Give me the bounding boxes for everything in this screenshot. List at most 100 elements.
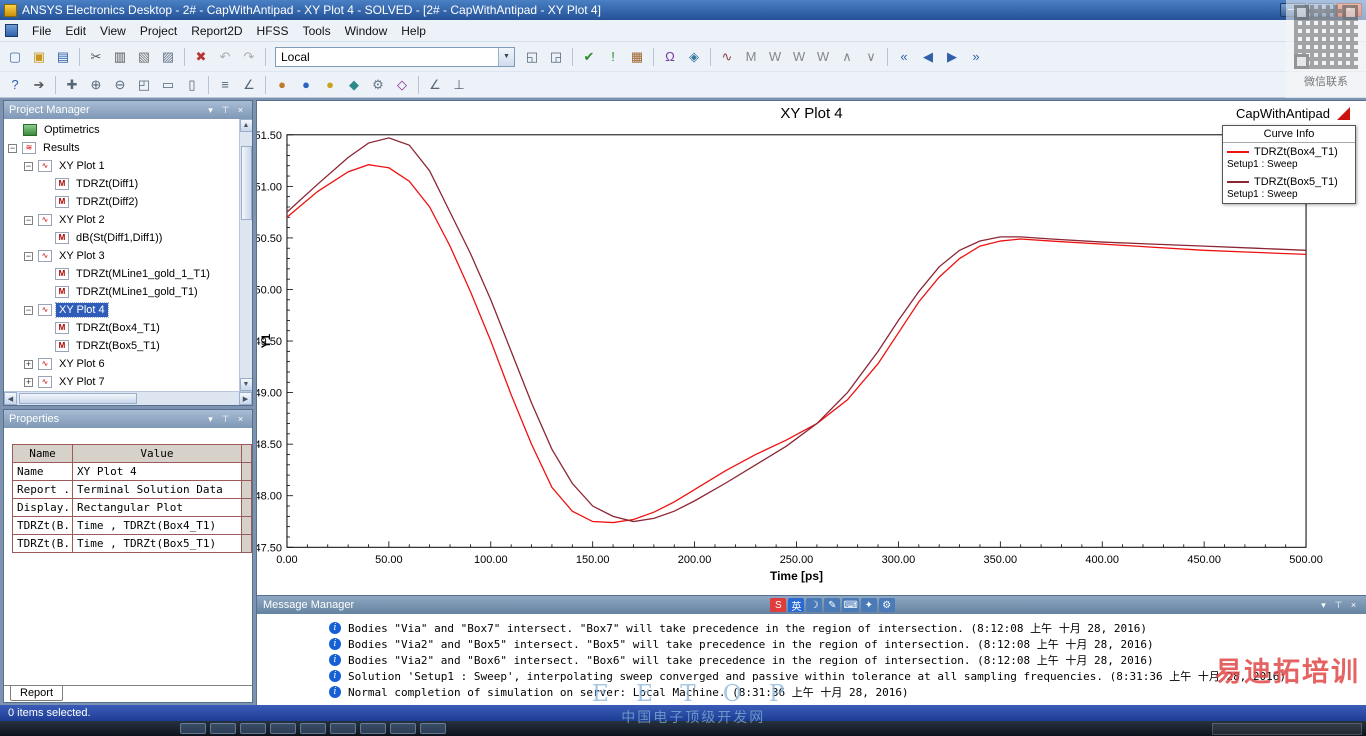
optimetrics-toolbar-icon[interactable]: ◇	[391, 75, 413, 95]
fit-selection-icon[interactable]: ▯	[181, 75, 203, 95]
taskbar-button[interactable]	[360, 723, 386, 734]
properties-header[interactable]: Properties ▾⊤×	[4, 410, 252, 428]
zoom-in-icon[interactable]: ⊕	[85, 75, 107, 95]
report-w1-icon[interactable]: W	[764, 47, 786, 67]
message-manager-header[interactable]: Message Manager S英☽✎⌨✦⚙ ▾⊤×	[257, 596, 1366, 614]
work-plane-icon[interactable]: ⊥	[448, 75, 470, 95]
menu-view[interactable]: View	[93, 21, 133, 41]
scroll-up-icon[interactable]: ▲	[240, 119, 253, 132]
tree-item-xy-plot-6[interactable]: +∿XY Plot 6	[4, 355, 252, 373]
property-value[interactable]: XY Plot 4	[73, 463, 242, 481]
menu-window[interactable]: Window	[338, 21, 395, 41]
close-icon[interactable]: ×	[234, 413, 247, 426]
help-icon[interactable]: ?	[4, 75, 26, 95]
tree-item-tdrzt-mline1-gold-1-t1[interactable]: MTDRZt(MLine1_gold_1_T1)	[4, 265, 252, 283]
tree-item-xy-plot-2[interactable]: −∿XY Plot 2	[4, 211, 252, 229]
rect-plot-icon[interactable]: ∿	[716, 47, 738, 67]
ime-settings-icon[interactable]: ⚙	[879, 598, 895, 612]
menu-report2d[interactable]: Report2D	[184, 21, 249, 41]
expand-icon[interactable]: +	[24, 378, 33, 387]
taskbar-button[interactable]	[180, 723, 206, 734]
taskbar-button[interactable]	[300, 723, 326, 734]
menu-edit[interactable]: Edit	[58, 21, 93, 41]
pan-icon[interactable]: ✚	[61, 75, 83, 95]
new-file-icon[interactable]: ▢	[4, 47, 26, 67]
chevron-down-icon[interactable]: ▾	[204, 413, 217, 426]
first-frame-icon[interactable]: «	[893, 47, 915, 67]
snap-mode-icon[interactable]: ∠	[424, 75, 446, 95]
open-file-icon[interactable]: ▣	[28, 47, 50, 67]
measure-icon[interactable]: ∠	[238, 75, 260, 95]
edit-sources-icon[interactable]: ◲	[545, 47, 567, 67]
tree-horizontal-scrollbar[interactable]: ◀ ▶	[4, 391, 252, 405]
taskbar-button[interactable]	[240, 723, 266, 734]
tree-item-tdrzt-diff2[interactable]: MTDRZt(Diff2)	[4, 193, 252, 211]
ime-pen-icon[interactable]: ✎	[824, 598, 840, 612]
redo-icon[interactable]: ↷	[238, 47, 260, 67]
property-value[interactable]: Terminal Solution Data	[73, 481, 242, 499]
collapse-icon[interactable]: −	[24, 306, 33, 315]
plot-canvas[interactable]: 0.0050.00100.00150.00200.00250.00300.003…	[257, 101, 1366, 595]
menu-help[interactable]: Help	[394, 21, 433, 41]
prev-frame-icon[interactable]: ◀	[917, 47, 939, 67]
report-w3-icon[interactable]: W	[812, 47, 834, 67]
scroll-right-icon[interactable]: ▶	[239, 392, 252, 405]
report-down-icon[interactable]: ∨	[860, 47, 882, 67]
paste-icon[interactable]: ▧	[133, 47, 155, 67]
collapse-icon[interactable]: −	[8, 144, 17, 153]
tab-report[interactable]: Report	[10, 686, 63, 701]
material-icon[interactable]: ●	[271, 75, 293, 95]
tree-item-db-st-diff1-diff1[interactable]: MdB(St(Diff1,Diff1))	[4, 229, 252, 247]
mesh-ops-icon[interactable]: ◆	[343, 75, 365, 95]
print-icon[interactable]: ▨	[157, 47, 179, 67]
tree-item-tdrzt-box5-t1[interactable]: MTDRZt(Box5_T1)	[4, 337, 252, 355]
tree-item-optimetrics[interactable]: Optimetrics	[4, 121, 252, 139]
property-value[interactable]: Rectangular Plot	[73, 499, 242, 517]
whats-this-icon[interactable]: ➔	[28, 75, 50, 95]
pin-icon[interactable]: ⊤	[1332, 599, 1345, 612]
dataset-icon[interactable]: ≡	[214, 75, 236, 95]
close-icon[interactable]: ×	[234, 104, 247, 117]
tree-item-xy-plot-7[interactable]: +∿XY Plot 7	[4, 373, 252, 391]
taskbar-button[interactable]	[420, 723, 446, 734]
scroll-left-icon[interactable]: ◀	[4, 392, 17, 405]
ime-moon-icon[interactable]: ☽	[806, 598, 822, 612]
ime-toolbox-icon[interactable]: ✦	[861, 598, 877, 612]
zoom-out-icon[interactable]: ⊖	[109, 75, 131, 95]
copy-icon[interactable]: ▥	[109, 47, 131, 67]
undo-icon[interactable]: ↶	[214, 47, 236, 67]
menu-tools[interactable]: Tools	[296, 21, 338, 41]
taskbar-button[interactable]	[330, 723, 356, 734]
save-icon[interactable]: ▤	[52, 47, 74, 67]
tree-item-results[interactable]: −≋Results	[4, 139, 252, 157]
maximize-button[interactable]: □	[1308, 3, 1334, 17]
sogou-icon[interactable]: S	[770, 598, 786, 612]
validate-icon[interactable]: ✔	[578, 47, 600, 67]
analysis-setup-icon[interactable]: ⚙	[367, 75, 389, 95]
tree-vertical-scrollbar[interactable]: ▲ ▼	[239, 119, 252, 391]
menu-project[interactable]: Project	[133, 21, 184, 41]
technology-combo[interactable]: Local▼	[275, 47, 515, 67]
tree-item-tdrzt-box4-t1[interactable]: MTDRZt(Box4_T1)	[4, 319, 252, 337]
tree-item-xy-plot-3[interactable]: −∿XY Plot 3	[4, 247, 252, 265]
menu-hfss[interactable]: HFSS	[250, 21, 296, 41]
excitation-icon[interactable]: ●	[319, 75, 341, 95]
cut-icon[interactable]: ✂	[85, 47, 107, 67]
fields-icon[interactable]: Ω	[659, 47, 681, 67]
delete-icon[interactable]: ✖	[190, 47, 212, 67]
mdi-child-icon[interactable]	[5, 24, 18, 37]
taskbar-button[interactable]	[390, 723, 416, 734]
next-frame-icon[interactable]: ▶	[941, 47, 963, 67]
property-value[interactable]: Time , TDRZt(Box4_T1)	[73, 517, 242, 535]
collapse-icon[interactable]: −	[24, 162, 33, 171]
pin-icon[interactable]: ⊤	[219, 413, 232, 426]
project-manager-header[interactable]: Project Manager ▾⊤×	[4, 101, 252, 119]
chevron-down-icon[interactable]: ▼	[498, 48, 514, 66]
close-button[interactable]: ×	[1336, 3, 1362, 17]
pin-icon[interactable]: ⊤	[219, 104, 232, 117]
report-w2-icon[interactable]: W	[788, 47, 810, 67]
taskbar-button[interactable]	[270, 723, 296, 734]
solution-type-icon[interactable]: ◱	[521, 47, 543, 67]
scroll-down-icon[interactable]: ▼	[240, 378, 253, 391]
analyze-all-icon[interactable]: !	[602, 47, 624, 67]
